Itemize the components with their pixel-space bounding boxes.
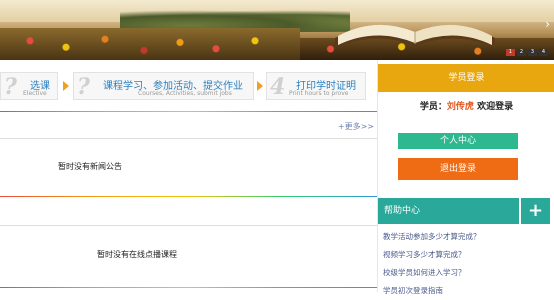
banner-flowers bbox=[0, 28, 300, 60]
banner-page-1[interactable]: 1 bbox=[506, 49, 515, 56]
banner-page-2[interactable]: 2 bbox=[517, 49, 526, 56]
steps-bar: ? 选课 Elective ? 课程学习、参加活动、提交作业 Courses, … bbox=[0, 70, 377, 102]
step-subtitle: Courses, Activities, submit jobs bbox=[138, 90, 232, 97]
step-subtitle: Print hours to prove bbox=[289, 90, 349, 97]
banner-page-4[interactable]: 4 bbox=[539, 49, 548, 56]
login-header: 学员登录 bbox=[378, 64, 554, 92]
help-item[interactable]: 校级学员如何进入学习？ bbox=[383, 264, 553, 282]
help-more-icon[interactable]: + bbox=[521, 198, 550, 224]
step-subtitle: Elective bbox=[23, 90, 47, 97]
step-courses[interactable]: ? 课程学习、参加活动、提交作业 Courses, Activities, su… bbox=[73, 72, 254, 100]
help-list: 教学活动参加多少才算完成？ 视频学习多少才算完成？ 校级学员如何进入学习？ 学员… bbox=[383, 228, 553, 300]
banner-next-icon[interactable]: › bbox=[545, 18, 550, 30]
header-banner: › 1 2 3 4 bbox=[0, 0, 554, 60]
divider bbox=[0, 111, 377, 112]
news-more-link[interactable]: +更多>> bbox=[338, 121, 374, 132]
step-number-icon: ? bbox=[4, 74, 17, 100]
step-elective[interactable]: ? 选课 Elective bbox=[0, 72, 58, 100]
book-illustration bbox=[335, 24, 495, 48]
divider bbox=[0, 287, 377, 288]
user-name[interactable]: 刘传虎 bbox=[447, 102, 474, 112]
divider bbox=[0, 196, 377, 197]
news-empty-text: 暂时没有新闻公告 bbox=[58, 162, 122, 171]
logout-button[interactable]: 退出登录 bbox=[398, 158, 518, 180]
banner-pager: 1 2 3 4 bbox=[506, 49, 548, 56]
user-prefix: 学员： bbox=[419, 102, 447, 112]
sidebar: 学员登录 学员：刘传虎 欢迎登录 个人中心 退出登录 帮助中心 + 教学活动参加… bbox=[377, 60, 554, 295]
divider bbox=[0, 225, 377, 226]
step-arrow-icon bbox=[63, 81, 69, 91]
step-print[interactable]: 4 打印学时证明 Print hours to prove bbox=[266, 72, 366, 100]
divider bbox=[0, 138, 377, 139]
step-arrow-icon bbox=[257, 81, 263, 91]
user-suffix: 欢迎登录 bbox=[473, 102, 514, 112]
help-item[interactable]: 视频学习多少才算完成？ bbox=[383, 246, 553, 264]
main-content: ? 选课 Elective ? 课程学习、参加活动、提交作业 Courses, … bbox=[0, 60, 377, 292]
step-number-icon: 4 bbox=[270, 74, 286, 100]
help-item[interactable]: 学员初次登录指南 bbox=[383, 282, 553, 300]
personal-center-button[interactable]: 个人中心 bbox=[398, 133, 518, 149]
help-item[interactable]: 教学活动参加多少才算完成？ bbox=[383, 228, 553, 246]
step-number-icon: ? bbox=[77, 74, 90, 100]
help-center-header: 帮助中心 bbox=[378, 198, 519, 224]
courses-empty-text: 暂时没有在线点播课程 bbox=[97, 250, 177, 259]
user-greeting: 学员：刘传虎 欢迎登录 bbox=[378, 99, 554, 112]
banner-page-3[interactable]: 3 bbox=[528, 49, 537, 56]
